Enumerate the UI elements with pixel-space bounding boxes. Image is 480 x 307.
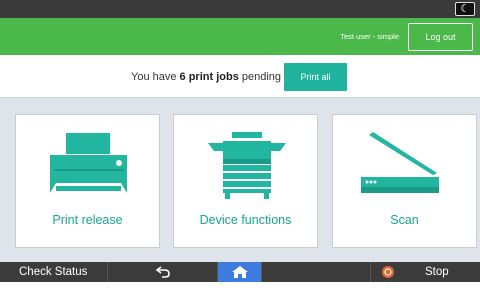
scanner-icon <box>361 132 439 193</box>
tile-print-release[interactable]: Print release <box>15 114 160 248</box>
system-top-bar: ☾ <box>0 0 480 18</box>
printer-icon <box>50 131 127 193</box>
bottom-empty-segment <box>262 262 371 282</box>
jobs-pending-text: You have 6 print jobs pending <box>131 71 281 83</box>
tile-label-scan: Scan <box>390 213 419 227</box>
tile-label-device-functions: Device functions <box>199 213 292 227</box>
jobs-prefix: You have <box>131 71 180 83</box>
moon-icon[interactable]: ☾ <box>455 2 475 16</box>
check-status-label: Check Status <box>19 266 88 278</box>
jobs-count: 6 print jobs <box>179 71 239 83</box>
check-status-button[interactable]: Check Status <box>0 262 108 282</box>
stop-label: Stop <box>425 266 449 278</box>
home-icon <box>231 266 248 278</box>
jobs-suffix: pending <box>238 71 282 83</box>
home-button[interactable] <box>218 262 262 282</box>
bottom-blank-area <box>0 282 480 307</box>
user-label: Test user - simple <box>340 32 399 41</box>
back-arrow-icon <box>155 266 170 278</box>
copier-icon <box>208 132 286 199</box>
logout-button[interactable]: Log out <box>408 23 473 51</box>
tile-scan[interactable]: Scan <box>332 114 477 248</box>
stop-icon <box>382 266 394 278</box>
stop-button[interactable]: Stop <box>371 262 480 282</box>
print-all-button[interactable]: Print all <box>284 63 347 91</box>
back-button[interactable] <box>108 262 218 282</box>
tile-device-functions[interactable]: Device functions <box>173 114 318 248</box>
tile-label-print-release: Print release <box>52 213 123 227</box>
